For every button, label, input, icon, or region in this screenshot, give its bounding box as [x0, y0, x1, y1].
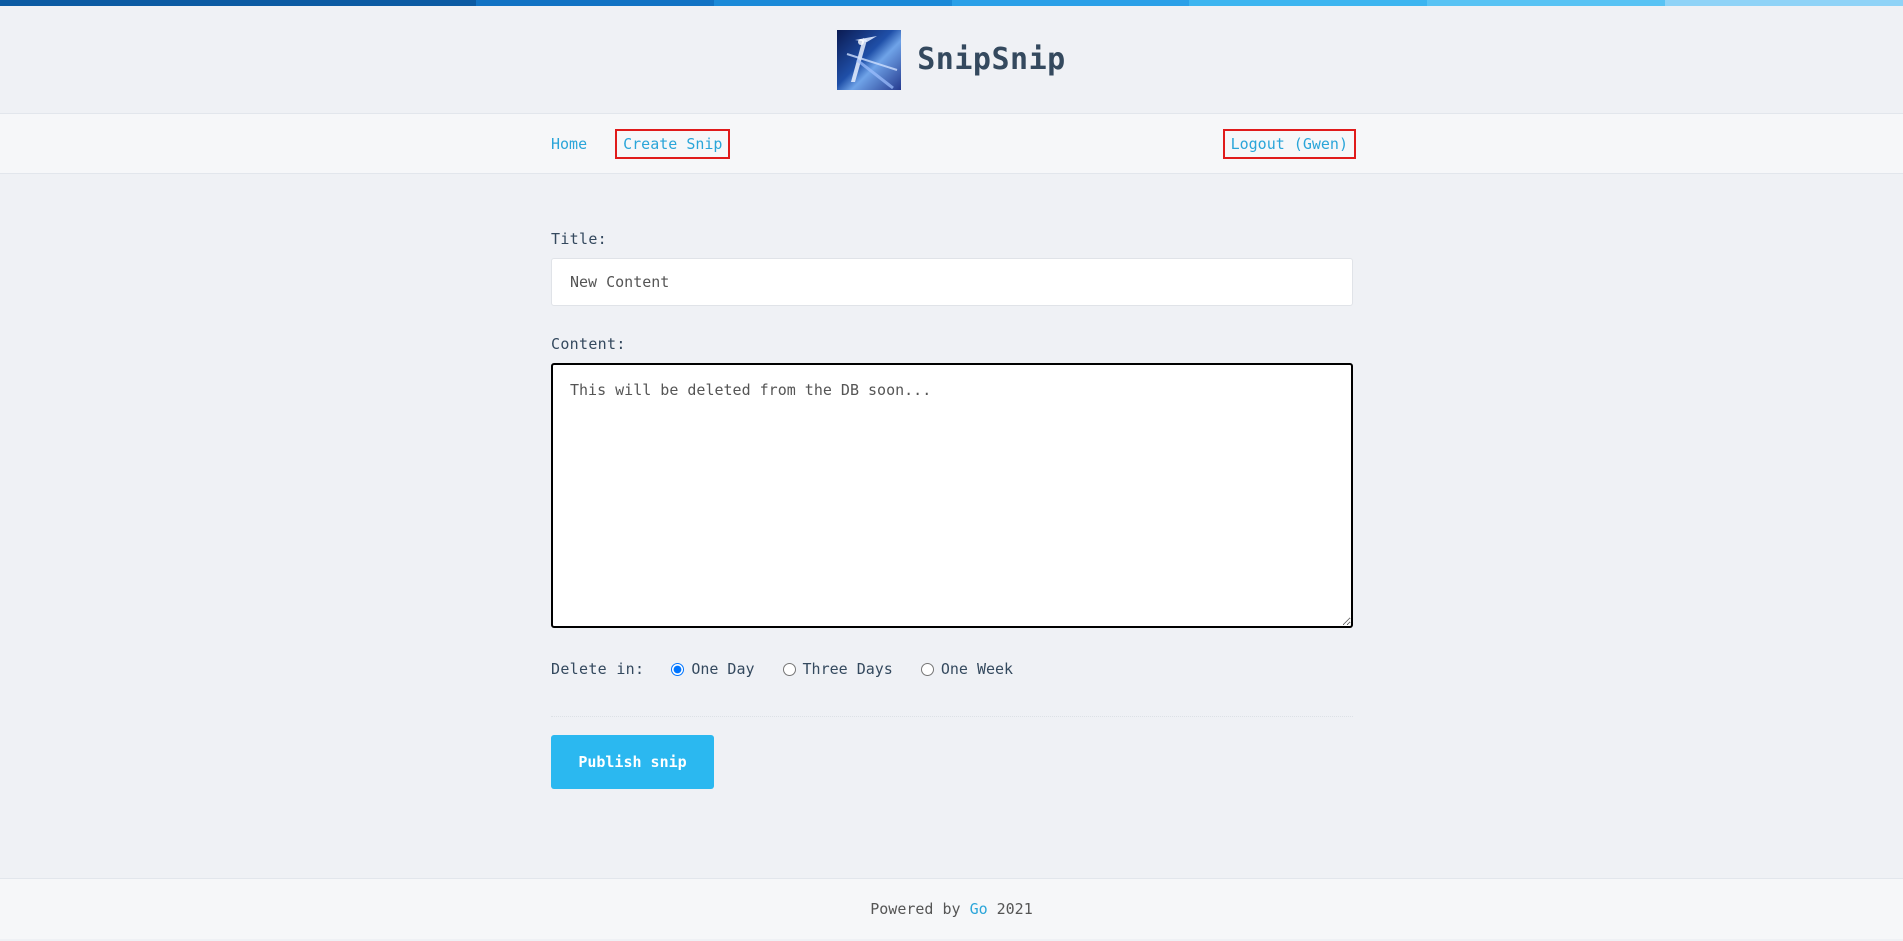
topbar-segment: [237, 0, 476, 6]
content-textarea[interactable]: This will be deleted from the DB soon...: [551, 363, 1353, 628]
radio-one-week-input[interactable]: [920, 662, 934, 676]
title-input[interactable]: [551, 258, 1353, 306]
create-snip-form: Title: Content: This will be deleted fro…: [551, 230, 1353, 789]
topbar-segment: [0, 0, 238, 6]
title-label: Title:: [551, 230, 607, 248]
publish-snip-button[interactable]: Publish snip: [551, 735, 714, 789]
topbar-segment: [475, 0, 714, 6]
radio-one-day-input[interactable]: [671, 662, 685, 676]
radio-three-days-input[interactable]: [782, 662, 796, 676]
delete-in-label: Delete in:: [551, 660, 645, 678]
radio-three-days[interactable]: Three Days: [782, 660, 893, 678]
nav-logout-link[interactable]: Logout (Gwen): [1222, 129, 1356, 159]
radio-one-day-label: One Day: [691, 660, 755, 678]
topbar-segment: [1665, 0, 1903, 6]
delete-in-group: Delete in: One Day Three Days One Week: [551, 654, 1353, 684]
radio-three-days-label: Three Days: [802, 660, 893, 678]
footer-year: 2021: [996, 900, 1033, 918]
topbar-segment: [713, 0, 952, 6]
radio-one-week[interactable]: One Week: [920, 660, 1014, 678]
top-color-bar: [0, 0, 1903, 6]
site-footer: Powered by Go 2021: [0, 878, 1903, 939]
site-header: SnipSnip: [0, 6, 1903, 114]
main-nav: Home Create Snip Logout (Gwen): [0, 114, 1903, 174]
nav-home-link[interactable]: Home: [551, 131, 593, 157]
radio-one-week-label: One Week: [940, 660, 1014, 678]
form-divider: [551, 716, 1353, 717]
nav-create-snip-link[interactable]: Create Snip: [615, 129, 731, 159]
content-label: Content:: [551, 335, 626, 353]
footer-prefix: Powered by: [870, 900, 961, 918]
logo-image[interactable]: [837, 29, 902, 90]
footer-go-link[interactable]: Go: [970, 900, 988, 918]
brand-name[interactable]: SnipSnip: [917, 42, 1066, 77]
radio-one-day[interactable]: One Day: [671, 660, 755, 678]
topbar-segment: [1189, 0, 1428, 6]
topbar-segment: [951, 0, 1190, 6]
topbar-segment: [1427, 0, 1666, 6]
